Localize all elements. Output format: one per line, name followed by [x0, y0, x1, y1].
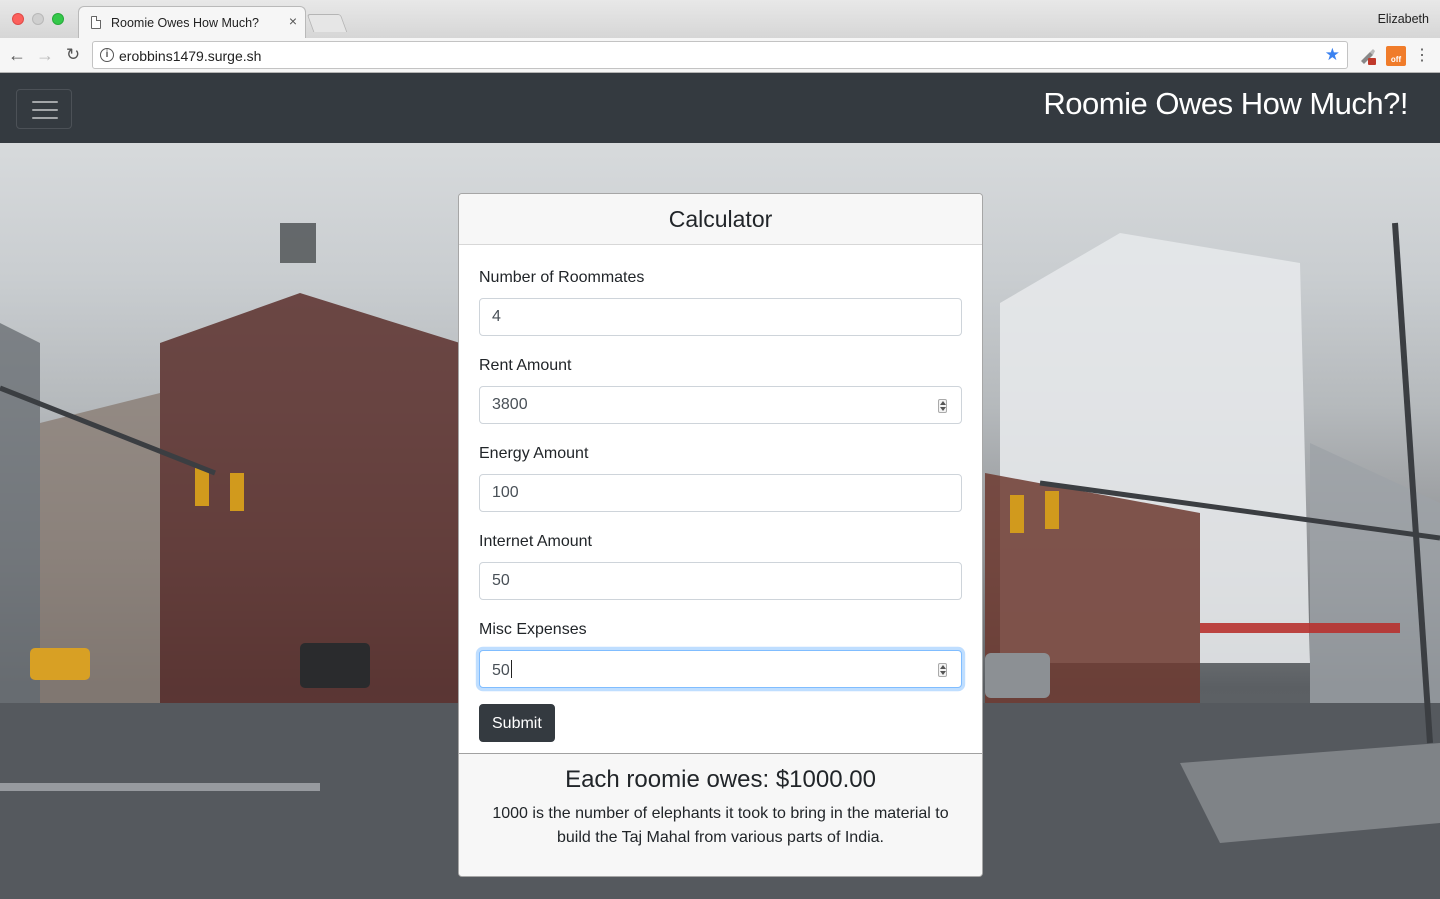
energy-group: Energy Amount 100	[479, 442, 962, 512]
rent-input[interactable]: 3800	[479, 386, 962, 424]
browser-titlebar: Roomie Owes How Much? × Elizabeth	[0, 0, 1440, 38]
rent-label: Rent Amount	[479, 357, 572, 374]
misc-input[interactable]: 50	[479, 650, 962, 688]
number-spinner-icon[interactable]	[938, 663, 947, 677]
hamburger-icon-line	[32, 101, 58, 103]
internet-label: Internet Amount	[479, 533, 592, 550]
misc-group: Misc Expenses 50	[479, 618, 962, 688]
extension-icon[interactable]	[1358, 46, 1378, 66]
info-icon[interactable]: i	[100, 48, 114, 62]
tab-close-icon[interactable]: ×	[289, 14, 297, 28]
roommates-group: Number of Roommates 4	[479, 266, 962, 336]
navbar: Roomie Owes How Much?!	[0, 73, 1440, 143]
new-tab-button[interactable]	[306, 14, 348, 32]
bookmark-star-icon[interactable]: ★	[1325, 45, 1340, 65]
menu-kebab-icon[interactable]: ⋮	[1414, 45, 1430, 65]
address-bar[interactable]: i erobbins1479.surge.sh ★	[92, 41, 1348, 69]
page: Roomie Owes How Much?! Calculator Number…	[0, 73, 1440, 899]
rent-group: Rent Amount 3800	[479, 354, 962, 424]
roommates-label: Number of Roommates	[479, 269, 645, 286]
rent-value: 3800	[492, 396, 528, 413]
hamburger-icon-line	[32, 109, 58, 111]
number-spinner-icon[interactable]	[938, 399, 947, 413]
maximize-window-button[interactable]	[52, 13, 64, 25]
submit-button[interactable]: Submit	[479, 704, 555, 742]
misc-label: Misc Expenses	[479, 621, 587, 638]
browser-tab[interactable]: Roomie Owes How Much? ×	[78, 6, 306, 38]
extension-off-icon[interactable]: off	[1386, 46, 1406, 66]
hamburger-icon-line	[32, 117, 58, 119]
forward-arrow-icon[interactable]: →	[34, 44, 56, 66]
minimize-window-button[interactable]	[32, 13, 44, 25]
reload-icon[interactable]: ↻	[62, 44, 84, 66]
roommates-value: 4	[492, 308, 501, 325]
tab-title: Roomie Owes How Much?	[111, 16, 259, 30]
energy-value: 100	[492, 484, 519, 501]
browser-toolbar: ← → ↻ i erobbins1479.surge.sh ★ off ⋮	[0, 38, 1440, 73]
card-header: Calculator	[459, 194, 982, 245]
result-footer: Each roomie owes: $1000.00 1000 is the n…	[459, 753, 982, 876]
calculator-card: Calculator Number of Roommates 4 Rent Am…	[458, 193, 983, 877]
text-caret	[510, 660, 512, 678]
extension-off-label: off	[1390, 55, 1402, 64]
navbar-brand[interactable]: Roomie Owes How Much?!	[1043, 86, 1408, 122]
calculator-form: Number of Roommates 4 Rent Amount 3800 E…	[459, 245, 982, 754]
internet-group: Internet Amount 50	[479, 530, 962, 600]
roommates-input[interactable]: 4	[479, 298, 962, 336]
back-arrow-icon[interactable]: ←	[6, 44, 28, 66]
energy-label: Energy Amount	[479, 445, 589, 462]
page-icon	[91, 16, 101, 29]
number-fact: 1000 is the number of elephants it took …	[492, 805, 949, 846]
result-headline: Each roomie owes: $1000.00	[565, 766, 876, 793]
misc-value-wrap: 50	[492, 660, 512, 680]
internet-value: 50	[492, 572, 510, 589]
card-title: Calculator	[668, 206, 773, 232]
profile-name[interactable]: Elizabeth	[1378, 12, 1429, 26]
navbar-toggler-button[interactable]	[16, 89, 72, 129]
internet-input[interactable]: 50	[479, 562, 962, 600]
close-window-button[interactable]	[12, 13, 24, 25]
url-text[interactable]: erobbins1479.surge.sh	[119, 48, 261, 64]
misc-value: 50	[492, 662, 510, 679]
energy-input[interactable]: 100	[479, 474, 962, 512]
